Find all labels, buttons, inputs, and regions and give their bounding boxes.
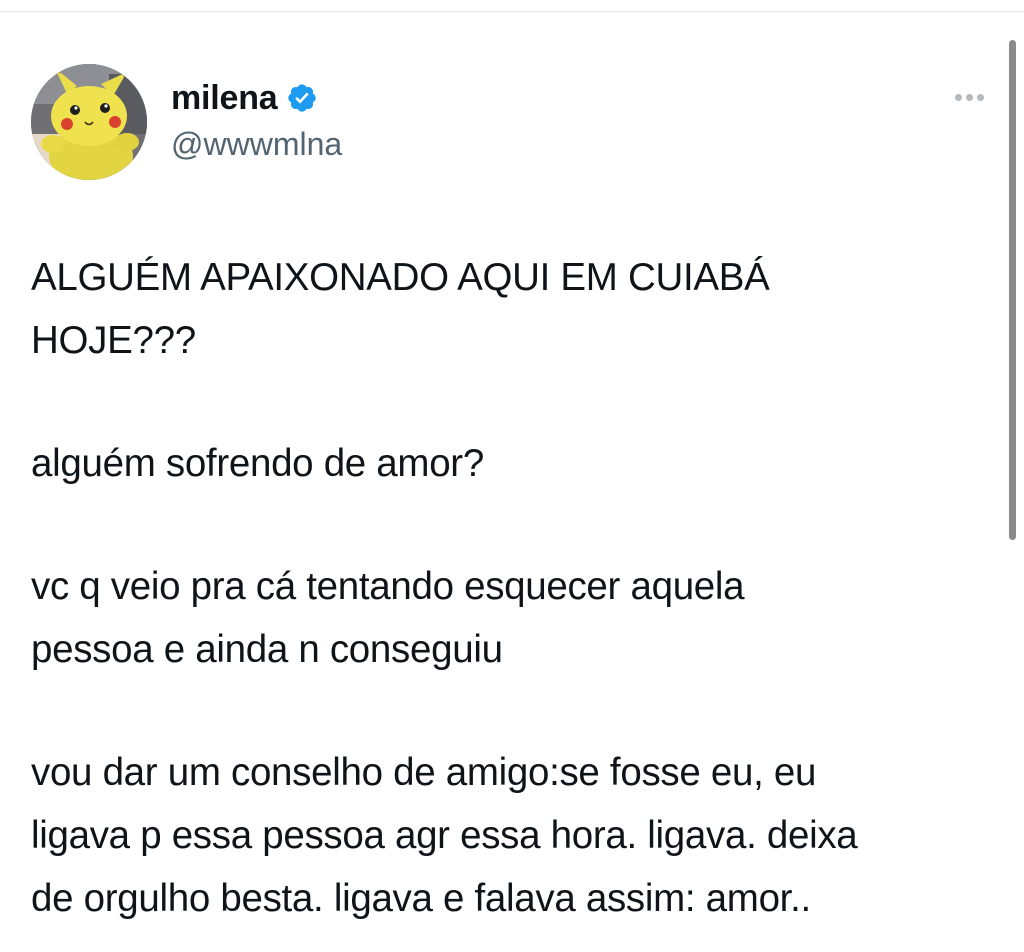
top-divider [0, 11, 1024, 12]
pikachu-plush-avatar-image [31, 64, 147, 180]
tweet-screenshot: milena @wwwmlna ALGUÉM APAIXONADO AQUI E… [0, 0, 1024, 952]
tweet-text: ALGUÉM APAIXONADO AQUI EM CUIABÁ HOJE???… [31, 246, 991, 930]
more-horizontal-icon-dot [965, 93, 973, 101]
tweet-paragraph: ALGUÉM APAIXONADO AQUI EM CUIABÁ HOJE??? [31, 256, 770, 362]
name-row: milena [171, 76, 342, 120]
tweet-paragraph: vou dar um conselho de amigo:se fosse eu… [31, 751, 858, 920]
tweet-header: milena @wwwmlna [31, 64, 991, 184]
tweet-paragraph: alguém sofrendo de amor? [31, 442, 484, 485]
verified-badge-icon [287, 84, 316, 112]
author-info: milena @wwwmlna [171, 76, 342, 163]
author-handle[interactable]: @wwwmlna [171, 126, 342, 163]
scrollbar[interactable] [1009, 40, 1016, 540]
more-horizontal-icon [954, 93, 962, 101]
more-options-button[interactable] [947, 82, 991, 112]
tweet-paragraph: vc q veio pra cá tentando esquecer aquel… [31, 565, 745, 671]
display-name[interactable]: milena [171, 79, 278, 118]
more-horizontal-icon-dot [976, 93, 984, 101]
avatar[interactable] [31, 64, 147, 180]
scrollbar-thumb[interactable] [1009, 40, 1016, 540]
